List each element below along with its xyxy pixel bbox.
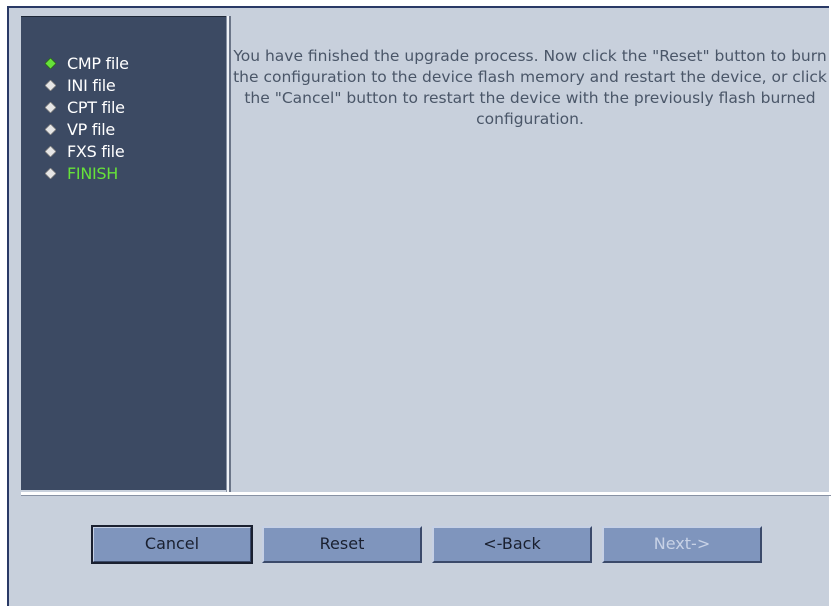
- sidebar-divider: [226, 16, 231, 492]
- wizard-button-row: Cancel Reset <-Back Next->: [9, 525, 831, 566]
- step-ini-file: INI file: [45, 75, 116, 97]
- step-label: INI file: [67, 76, 116, 95]
- step-fxs-file: FXS file: [45, 141, 125, 163]
- step-vp-file: VP file: [45, 119, 115, 141]
- next-button: Next->: [602, 526, 762, 563]
- step-label: VP file: [67, 120, 115, 139]
- wizard-frame: CMP file INI file CPT file VP file FXS f…: [7, 6, 831, 606]
- diamond-bullet-icon: [45, 168, 56, 179]
- diamond-bullet-icon: [45, 102, 56, 113]
- step-cpt-file: CPT file: [45, 97, 125, 119]
- diamond-bullet-icon: [45, 124, 56, 135]
- step-finish: FINISH: [45, 163, 118, 185]
- cancel-button[interactable]: Cancel: [91, 525, 253, 564]
- wizard-sidebar: CMP file INI file CPT file VP file FXS f…: [21, 16, 226, 490]
- step-cmp-file: CMP file: [45, 53, 129, 75]
- diamond-bullet-icon: [45, 146, 56, 157]
- finish-message: You have finished the upgrade process. N…: [233, 47, 827, 128]
- diamond-bullet-icon: [45, 80, 56, 91]
- reset-button[interactable]: Reset: [262, 526, 422, 563]
- step-label: CMP file: [67, 54, 129, 73]
- diamond-bullet-icon: [45, 58, 56, 69]
- step-label: FINISH: [67, 164, 118, 183]
- button-bar-divider: [21, 492, 831, 496]
- step-label: CPT file: [67, 98, 125, 117]
- step-label: FXS file: [67, 142, 125, 161]
- back-button[interactable]: <-Back: [432, 526, 592, 563]
